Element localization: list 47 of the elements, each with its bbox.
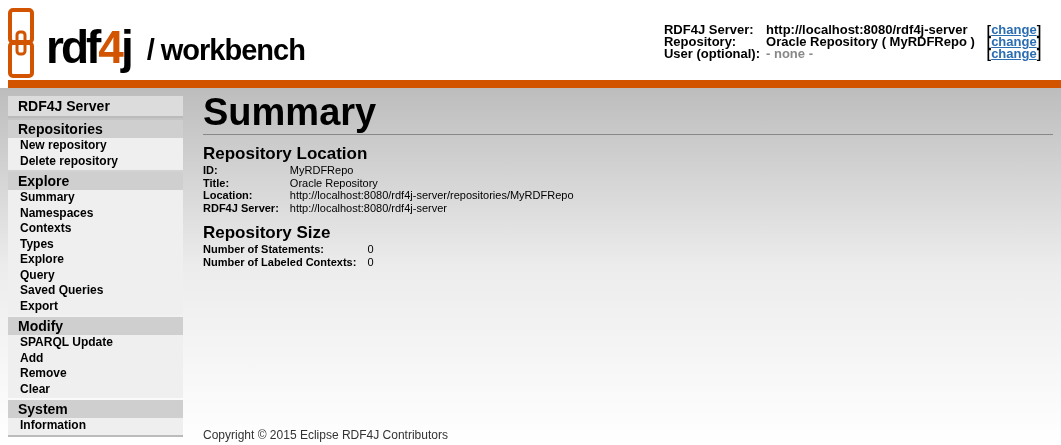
bracket-open: [ <box>986 22 992 37</box>
copyright-text: Copyright © 2015 Eclipse RDF4J Contributors <box>203 427 449 444</box>
sidebar-heading: Repositories <box>8 120 183 138</box>
sidebar-heading: Explore <box>8 172 183 190</box>
change-link[interactable]: change <box>991 22 1037 37</box>
info-label: Repository: <box>663 36 738 48</box>
info-label: User (optional): <box>663 48 761 60</box>
page-title: Summary <box>203 92 1053 135</box>
sidebar-item[interactable]: Types <box>8 236 183 252</box>
field-value: http://localhost:8080/rdf4j-server <box>289 201 448 214</box>
field-value: 0 <box>367 243 375 256</box>
sidebar-item[interactable]: Remove <box>8 366 183 382</box>
field-label: Title: <box>203 176 231 189</box>
field-label: Number of Labeled Contexts: <box>203 255 358 268</box>
logo-wordmark: rdf4j <box>46 20 132 75</box>
field-label: Location: <box>203 189 254 202</box>
sidebar-item[interactable]: Saved Queries <box>8 283 183 299</box>
sidebar-heading: Modify <box>8 317 183 335</box>
sidebar-heading: RDF4J Server <box>8 96 183 118</box>
chain-link-icon <box>8 8 34 78</box>
field-value: http://localhost:8080/rdf4j-server/repositories/MyRDFRepo <box>289 189 575 202</box>
section-heading: Repository Size <box>203 223 332 243</box>
sidebar-item[interactable]: Namespaces <box>8 205 183 221</box>
field-value: Oracle Repository <box>289 176 379 189</box>
field-label: Number of Statements: <box>203 243 326 256</box>
field-label: RDF4J Server: <box>203 201 280 214</box>
section-heading: Repository Location <box>203 144 369 164</box>
info-value: - none - <box>766 48 813 60</box>
info-value: http://localhost:8080/rdf4j-server <box>766 24 969 36</box>
field-value: 0 <box>367 255 375 268</box>
sidebar-item[interactable]: Export <box>8 298 183 314</box>
sidebar-item[interactable]: Summary <box>8 190 183 206</box>
sidebar-item[interactable]: New repository <box>8 138 183 154</box>
info-value: Oracle Repository ( MyRDFRepo ) <box>766 36 976 48</box>
field-label: ID: <box>203 164 219 177</box>
sidebar-item[interactable]: Add <box>8 350 183 366</box>
bracket-close: ] <box>1036 22 1041 37</box>
sidebar-item[interactable]: SPARQL Update <box>8 335 183 351</box>
sidebar-item[interactable]: Explore <box>8 252 183 268</box>
sidebar-item[interactable]: Delete repository <box>8 153 183 169</box>
sidebar-item[interactable]: Clear <box>8 381 183 397</box>
logo-subtitle: / workbench <box>146 33 305 68</box>
field-value: MyRDFRepo <box>289 164 355 177</box>
info-label: RDF4J Server: <box>663 24 755 36</box>
sidebar-item[interactable]: Query <box>8 267 183 283</box>
sidebar-heading: System <box>8 400 183 418</box>
sidebar-item[interactable]: Contexts <box>8 221 183 237</box>
